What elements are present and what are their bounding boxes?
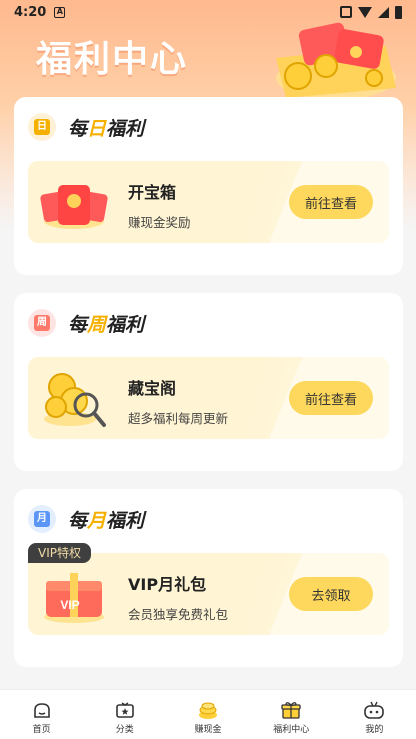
treasure-pavilion-button[interactable]: 前往查看 <box>289 381 373 415</box>
nav-home[interactable]: 首页 <box>0 690 83 739</box>
signal-icon <box>378 6 389 18</box>
nav-category[interactable]: 分类 <box>83 690 166 739</box>
open-treasure-box-row[interactable]: 开宝箱 赚现金奖励 前往查看 <box>28 161 389 243</box>
nav-profile-label: 我的 <box>365 725 384 735</box>
monthly-welfare-card: 月 每月福利 VIP VIP月礼包 会员独享免费礼包 去领取 <box>14 489 403 667</box>
monthly-welfare-title: 每月福利 <box>68 509 145 532</box>
weekly-welfare-header: 周 每周福利 <box>28 309 144 337</box>
row-subtitle: 超多福利每周更新 <box>128 411 229 426</box>
category-icon <box>115 702 134 718</box>
row-subtitle: 赚现金奖励 <box>128 215 191 230</box>
row-title: 开宝箱 <box>128 183 177 202</box>
vip-privilege-tag: VIP特权 <box>28 543 91 563</box>
gift-icon <box>281 702 301 719</box>
notification-a-icon: A <box>54 6 66 18</box>
row-subtitle: 会员独享免费礼包 <box>128 607 229 622</box>
nav-profile[interactable]: 我的 <box>333 690 416 739</box>
nav-home-label: 首页 <box>32 725 51 735</box>
daily-welfare-title: 每日福利 <box>68 117 145 140</box>
home-icon <box>33 703 50 718</box>
nav-welfare-center[interactable]: 福利中心 <box>250 690 333 739</box>
vip-art-text: VIP <box>60 598 79 612</box>
nav-category-label: 分类 <box>115 725 134 735</box>
status-time: 4:20 <box>14 4 47 20</box>
row-title: VIP月礼包 <box>128 575 207 594</box>
row-title: 藏宝阁 <box>128 379 177 398</box>
claim-vip-gift-button[interactable]: 去领取 <box>289 577 373 611</box>
vibrate-icon <box>340 6 352 18</box>
nav-earn-cash[interactable]: 赚现金 <box>166 690 249 739</box>
nav-welfare-center-label: 福利中心 <box>273 725 310 735</box>
weekly-welfare-title: 每周福利 <box>68 313 145 336</box>
weekly-welfare-card: 周 每周福利 藏宝阁 超多福利每周更新 前往查看 <box>14 293 403 471</box>
open-treasure-box-button[interactable]: 前往查看 <box>289 185 373 219</box>
daily-calendar-icon: 日 <box>28 113 56 141</box>
coins-magnifier-icon <box>44 373 106 427</box>
red-envelope-icon <box>40 185 108 229</box>
daily-welfare-header: 日 每日福利 <box>28 113 144 141</box>
monthly-calendar-icon: 月 <box>28 505 56 533</box>
wifi-icon <box>358 6 372 18</box>
vip-gift-box-icon: VIP <box>44 573 104 623</box>
red-envelope-illustration <box>276 22 396 100</box>
profile-icon <box>364 701 385 719</box>
monthly-welfare-header: 月 每月福利 <box>28 505 144 533</box>
battery-icon <box>395 5 402 19</box>
page-title: 福利中心 <box>36 39 189 80</box>
earn-cash-icon <box>199 702 217 719</box>
daily-welfare-card: 日 每日福利 开宝箱 赚现金奖励 前往查看 <box>14 97 403 275</box>
treasure-pavilion-row[interactable]: 藏宝阁 超多福利每周更新 前往查看 <box>28 357 389 439</box>
nav-earn-cash-label: 赚现金 <box>194 725 222 735</box>
bottom-nav: 首页 分类 赚现金 福利中心 我的 <box>0 689 416 739</box>
weekly-calendar-icon: 周 <box>28 309 56 337</box>
vip-monthly-gift-row[interactable]: VIP VIP月礼包 会员独享免费礼包 去领取 <box>28 553 389 635</box>
